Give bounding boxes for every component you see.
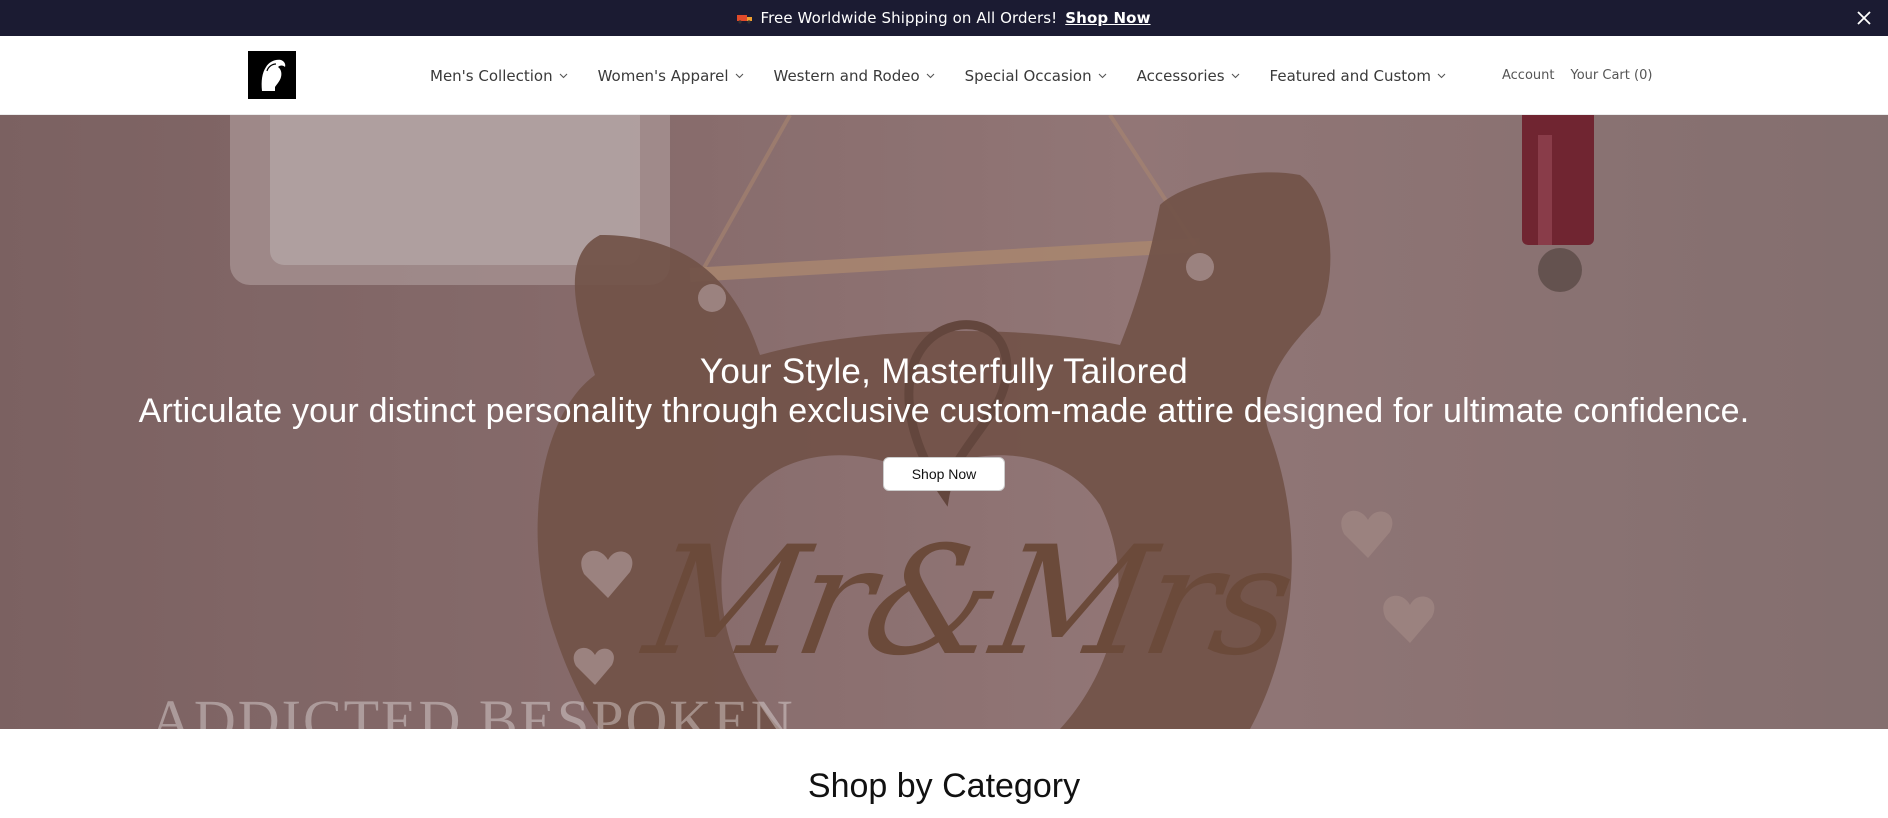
announcement-text: Free Worldwide Shipping on All Orders! <box>760 9 1058 27</box>
announcement-shop-now-link[interactable]: Shop Now <box>1065 9 1150 27</box>
chevron-down-icon <box>559 73 567 78</box>
nav-label: Men's Collection <box>430 66 553 85</box>
nav-western-and-rodeo[interactable]: Western and Rodeo <box>774 67 935 85</box>
truck-icon <box>737 15 753 24</box>
nav-womens-apparel[interactable]: Women's Apparel <box>598 67 744 85</box>
shop-by-category-heading: Shop by Category <box>807 767 1081 805</box>
chevron-down-icon <box>735 73 743 78</box>
nav-label: Featured and Custom <box>1269 66 1431 85</box>
nav-label: Women's Apparel <box>597 66 729 85</box>
close-icon[interactable] <box>1854 8 1874 28</box>
nav-accessories[interactable]: Accessories <box>1137 67 1240 85</box>
announcement-bar: Free Worldwide Shipping on All Orders! S… <box>0 0 1888 36</box>
chevron-down-icon <box>1231 73 1239 78</box>
chevron-down-icon <box>1437 73 1446 78</box>
hero-banner: Mr&Mrs ADDICTED BESPOKEN Your Style, Mas… <box>0 115 1888 729</box>
hero-title: Your Style, Masterfully Tailored <box>699 352 1189 391</box>
hero-subtitle: Articulate your distinct personality thr… <box>138 392 1750 430</box>
cart-link[interactable]: Your Cart (0) <box>1571 68 1653 83</box>
main-nav: Men's Collection Women's Apparel Western… <box>430 36 1476 115</box>
nav-mens-collection[interactable]: Men's Collection <box>430 67 568 85</box>
sign-script-text: Mr&Mrs <box>634 515 1303 689</box>
brand-logo[interactable] <box>248 51 296 99</box>
site-header: Men's Collection Women's Apparel Western… <box>0 36 1888 115</box>
brand-watermark: ADDICTED BESPOKEN <box>150 688 795 729</box>
chevron-down-icon <box>1098 73 1107 78</box>
horse-head-icon <box>261 59 286 91</box>
nav-featured-and-custom[interactable]: Featured and Custom <box>1270 67 1446 85</box>
nav-label: Accessories <box>1136 66 1225 85</box>
nav-special-occasion[interactable]: Special Occasion <box>965 67 1107 85</box>
hero-shop-now-button[interactable]: Shop Now <box>883 457 1005 491</box>
nav-label: Special Occasion <box>964 66 1092 85</box>
nav-label: Western and Rodeo <box>773 66 920 85</box>
account-link[interactable]: Account <box>1502 68 1555 83</box>
header-utility-links: Account Your Cart (0) <box>1502 36 1668 115</box>
chevron-down-icon <box>926 73 935 78</box>
